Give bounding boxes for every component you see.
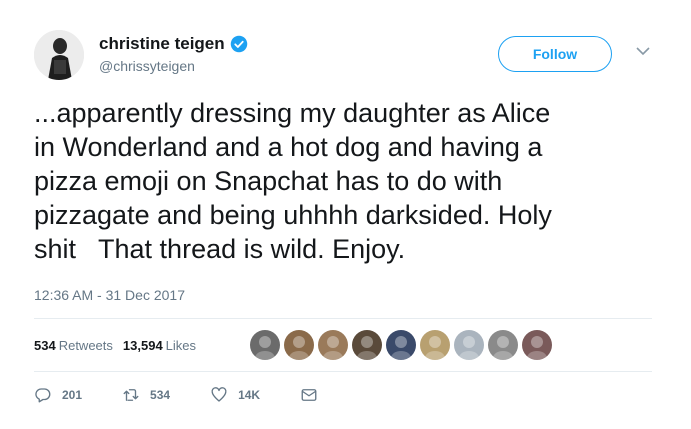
likes-count: 13,594 [122,338,163,353]
retweet-button[interactable]: 534 [122,386,170,404]
author-handle[interactable]: @chrissyteigen [99,58,195,74]
liker-avatar[interactable] [454,330,484,360]
tweet-timestamp[interactable]: 12:36 AM - 31 Dec 2017 [34,287,185,303]
follow-button[interactable]: Follow [498,36,612,72]
reply-count: 201 [62,388,83,402]
tweet-text: ...apparently dressing my daughter as Al… [34,98,552,264]
retweets-count: 534 [34,338,56,353]
tweet-actions: 201 534 14K [34,386,358,404]
divider [34,318,652,319]
liker-avatar[interactable] [318,330,348,360]
liker-avatar[interactable] [488,330,518,360]
heart-icon [211,387,227,402]
author-name-row: christine teigen [99,34,248,54]
liker-avatar[interactable] [522,330,552,360]
author-display-name[interactable]: christine teigen [99,34,225,54]
engagement-stats: 534 Retweets 13,594 Likes [34,338,196,353]
retweets-stat[interactable]: 534 Retweets [34,338,113,353]
retweet-icon [123,389,139,401]
liker-avatar[interactable] [352,330,382,360]
liker-avatar[interactable] [250,330,280,360]
like-count: 14K [238,388,261,402]
likes-stat[interactable]: 13,594 Likes [123,338,196,353]
profile-avatar[interactable] [34,30,84,80]
reply-icon [35,388,51,403]
retweet-count: 534 [150,388,171,402]
direct-message-button[interactable] [300,386,318,404]
envelope-icon [301,389,317,401]
retweets-label: Retweets [58,338,113,353]
reply-button[interactable]: 201 [34,386,82,404]
likes-label: Likes [165,338,197,353]
like-button[interactable]: 14K [210,386,260,404]
avatar-photo [34,30,84,80]
liker-avatar[interactable] [420,330,450,360]
liker-avatar[interactable] [284,330,314,360]
chevron-down-icon[interactable] [636,46,650,56]
liker-avatars [250,330,552,360]
divider [34,371,652,372]
verified-badge-icon [230,35,247,53]
liker-avatar[interactable] [386,330,416,360]
